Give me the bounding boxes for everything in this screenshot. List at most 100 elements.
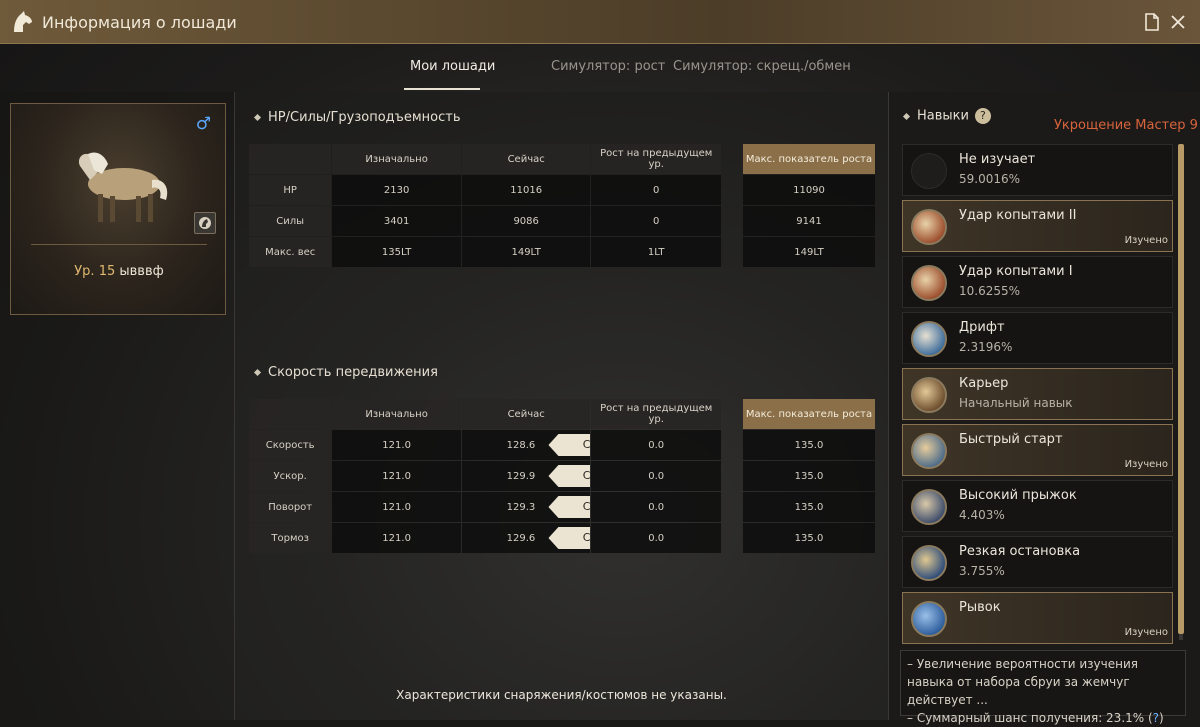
horse-card[interactable]: ♂ Ур. 15 ывввф [10,103,226,315]
horse-name: ывввф [119,264,164,279]
empty-skill-icon [911,153,947,189]
card-divider [31,244,207,245]
table-header-row: Макс. показатель роста [743,144,875,174]
sprint-icon [911,601,947,637]
table-row: Тормоз 121.0 129.6 C 0.0 [249,523,721,553]
tab-breeding-simulator[interactable]: Симулятор: скрещ./обмен [673,59,851,74]
skills-header: Навыки? [902,108,991,124]
table-row: 9141 [743,206,875,236]
skill-item[interactable]: Высокий прыжок 4.403% [902,480,1173,532]
document-icon[interactable] [1142,12,1162,32]
skill-chance: 2.3196% [959,340,1013,354]
current-value: 129.3 [506,502,536,513]
grade-button[interactable]: C [548,496,591,518]
drift-icon [911,321,947,357]
section-bullet [253,113,262,122]
skill-chance: 3.755% [959,564,1005,578]
cell-max: 135.0 [743,461,875,491]
title-bar: Информация о лошади [0,0,1200,44]
table-row: Силы 3401 9086 0 [249,206,721,236]
speed-max-table: Макс. показатель роста 135.0 135.0 135.0… [742,398,876,554]
cell-max: 9141 [743,206,875,236]
horse-action-button[interactable] [194,212,216,234]
cell-growth: 1LT [591,237,721,267]
info-line-2-text: – Суммарный шанс получения: 23.1% ( [907,711,1153,725]
skill-chance: Начальный навык [959,396,1073,410]
skill-item[interactable]: Удар копытами II Изучено [902,200,1173,252]
skill-item[interactable]: Карьер Начальный навык [902,368,1173,420]
skill-item[interactable]: Дрифт 2.3196% [902,312,1173,364]
skill-learned-label: Изучено [1124,235,1168,246]
skill-name: Быстрый старт [959,432,1063,447]
cell-max: 11090 [743,175,875,205]
close-icon[interactable] [1168,12,1188,32]
tab-growth-simulator[interactable]: Симулятор: рост [551,59,665,74]
header-cell: Сейчас [461,399,591,429]
skill-chance: 4.403% [959,508,1005,522]
header-cell: Рост на предыдущем ур. [591,144,721,174]
skills-title: Навыки [917,108,969,124]
table-row: 11090 [743,175,875,205]
skill-item[interactable]: Резкая остановка 3.755% [902,536,1173,588]
equipment-footnote: Характеристики снаряжения/костюмов не ук… [396,688,727,702]
cell-initial: 121.0 [332,430,461,460]
header-cell: Сейчас [461,144,591,174]
header-cell: Рост на предыдущем ур. [591,399,721,429]
section-bullet [902,112,911,120]
kick-icon [911,265,947,301]
table-row: 135.0 [743,430,875,460]
info-line-2-close: ) [1159,711,1164,725]
skill-item[interactable]: Удар копытами I 10.6255% [902,256,1173,308]
skill-name: Высокий прыжок [959,488,1077,503]
grade-button[interactable]: C [548,527,591,549]
table-header-row: Изначально Сейчас Рост на предыдущем ур. [249,144,721,174]
grade-button[interactable]: C [548,434,591,456]
help-icon[interactable]: ? [974,108,991,124]
skill-name: Рывок [959,600,1001,615]
row-label: HP [249,175,332,205]
skill-item[interactable]: Быстрый старт Изучено [902,424,1173,476]
skill-item[interactable]: Рывок Изучено [902,592,1173,644]
cell-growth: 0 [591,175,721,205]
skill-item[interactable]: Не изучает 59.0016% [902,144,1173,196]
high-jump-icon [911,489,947,525]
tab-my-horses[interactable]: Мои лошади [410,59,495,74]
horse-level: Ур. 15 [74,264,116,279]
row-label: Поворот [249,492,332,522]
current-value: 129.6 [506,533,536,544]
cell-max: 135.0 [743,492,875,522]
table-row: 149LT [743,237,875,267]
current-value: 129.9 [506,471,536,482]
cell-growth: 0.0 [591,492,721,522]
table-row: Макс. вес 135LT 149LT 1LT [249,237,721,267]
cell-max: 149LT [743,237,875,267]
cell-current: 149LT [461,237,591,267]
row-label: Скорость [249,430,332,460]
tab-bar: Мои лошади Симулятор: рост Симулятор: ск… [0,44,1200,92]
grade-button[interactable]: C [548,465,591,487]
speed-table: Изначально Сейчас Рост на предыдущем ур.… [248,398,722,554]
skill-name: Резкая остановка [959,544,1081,559]
table-row: Поворот 121.0 129.3 C 0.0 [249,492,721,522]
cell-current: 9086 [461,206,591,236]
info-line-2: – Суммарный шанс получения: 23.1% (?) [907,709,1179,727]
max-header-cell: Макс. показатель роста [743,399,875,429]
horse-head-icon [14,11,32,32]
horse-portrait [78,152,168,222]
row-label: Тормоз [249,523,332,553]
active-tab-underline [404,88,480,90]
cell-current: 128.6 C [461,430,591,460]
table-header-row: Макс. показатель роста [743,399,875,429]
cell-initial: 135LT [332,237,461,267]
max-header-cell: Макс. показатель роста [743,144,875,174]
speed-section-title: Скорость передвижения [253,365,438,380]
cell-current: 129.6 C [461,523,591,553]
scrollbar-thumb[interactable] [1178,144,1184,634]
skill-name: Карьер [959,376,1009,391]
table-row: 135.0 [743,523,875,553]
skill-learned-label: Изучено [1124,627,1168,638]
info-line-1: – Увеличение вероятности изучения навыка… [907,657,1138,707]
cell-initial: 2130 [332,175,461,205]
header-cell: Изначально [332,399,461,429]
taming-master-label: Укрощение Мастер 9 [1054,118,1198,133]
